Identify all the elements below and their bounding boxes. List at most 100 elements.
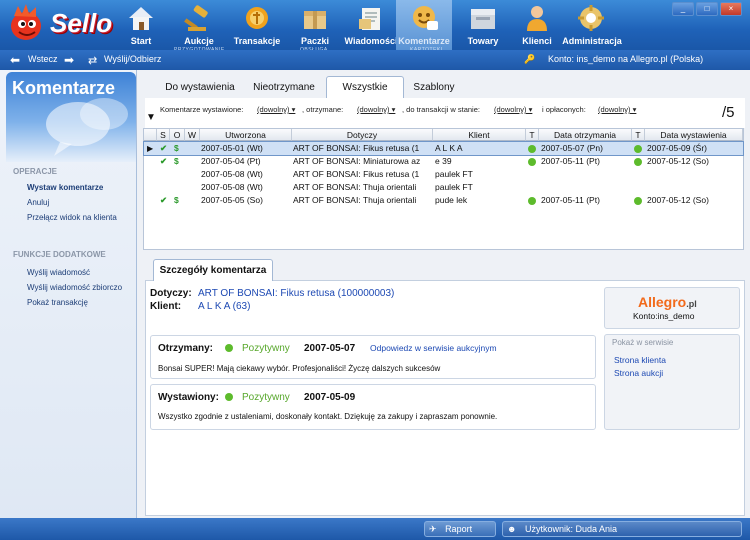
filter-paid-value: (dowolny) xyxy=(598,105,631,114)
feedback-type-cell xyxy=(528,194,538,207)
tab-szablony[interactable]: Szablony xyxy=(406,76,462,98)
cell-issued: 2007-05-09 (Śr) xyxy=(647,143,708,153)
issued-comment-box xyxy=(150,384,596,430)
send-bulk-message-link[interactable]: Wyślij wiadomość zbiorczo xyxy=(27,283,122,292)
admin-icon xyxy=(578,5,604,31)
cell-created: 2007-05-05 (So) xyxy=(201,195,263,205)
cell-about: ART OF BONSAI: Thuja orientali xyxy=(293,182,417,192)
switch-view-link[interactable]: Przełącz widok na klienta xyxy=(27,213,117,222)
cancel-link[interactable]: Anuluj xyxy=(27,198,49,207)
client-page-link[interactable]: Strona klienta xyxy=(614,355,666,365)
forward-arrow-icon[interactable]: ➡ xyxy=(64,53,74,67)
issue-comments-link[interactable]: Wystaw komentarze xyxy=(27,183,103,192)
collapse-arrow-icon[interactable]: ▼ xyxy=(146,112,156,123)
tab-nieotrzymane[interactable]: Nieotrzymane xyxy=(244,76,324,98)
filter-received-value: (dowolny) xyxy=(357,105,390,114)
column-header-about[interactable]: Dotyczy xyxy=(292,129,433,141)
received-type: Pozytywny xyxy=(242,343,290,354)
minimize-button[interactable]: _ xyxy=(672,2,694,16)
table-row[interactable]: 2007-05-08 (Wt) ART OF BONSAI: Fikus retu… xyxy=(144,168,743,181)
cell-o xyxy=(174,168,184,181)
nav-wiadomosci[interactable]: Wiadomości xyxy=(342,0,400,50)
account-label: Konto: ins_demo na Allegro.pl (Polska) xyxy=(548,54,704,64)
positive-icon xyxy=(225,344,233,352)
nav-towary[interactable]: Towary xyxy=(454,0,512,50)
close-button[interactable]: × xyxy=(720,2,742,16)
back-arrow-icon[interactable]: ⬅ xyxy=(10,53,20,67)
column-header-w[interactable]: W xyxy=(185,129,200,141)
nav-paczki[interactable]: Paczki xyxy=(286,0,344,50)
filter-state-label: , do transakcji w stanie: xyxy=(402,105,480,114)
cell-about: ART OF BONSAI: Fikus retusa (1 xyxy=(293,143,420,153)
transaction-icon xyxy=(246,7,268,29)
send-receive-button[interactable]: Wyślij/Odbierz xyxy=(104,54,161,64)
allegro-account: Konto:ins_demo xyxy=(633,311,695,321)
message-icon xyxy=(359,8,380,30)
result-count: /5 xyxy=(722,104,735,121)
cell-about: ART OF BONSAI: Fikus retusa (1 xyxy=(293,169,420,179)
cell-received: 2007-05-07 (Pn) xyxy=(541,143,603,153)
user-indicator: ☻ Użytkownik: Duda Ania xyxy=(502,521,742,537)
cell-w xyxy=(188,142,198,155)
filter-paid-select[interactable]: (dowolny) ▾ xyxy=(598,105,636,114)
feedback-type-cell xyxy=(528,142,538,155)
cell-client: paulek FT xyxy=(435,182,473,192)
cell-received: 2007-05-11 (Pt) xyxy=(541,195,600,205)
positive-feedback-icon xyxy=(528,196,536,205)
cell-w xyxy=(188,168,198,181)
column-header-received[interactable]: Data otrzymania xyxy=(539,129,632,141)
table-row[interactable]: 2007-05-08 (Wt) ART OF BONSAI: Thuja orie… xyxy=(144,181,743,194)
cell-issued xyxy=(647,181,743,194)
report-button[interactable]: ✈ Raport xyxy=(424,521,496,537)
received-label: Otrzymany: xyxy=(158,343,214,354)
filter-received-select[interactable]: (dowolny) ▾ xyxy=(357,105,395,114)
tab-wszystkie[interactable]: Wszystkie xyxy=(326,76,404,100)
reply-link[interactable]: Odpowiedz w serwisie aukcyjnym xyxy=(370,343,497,353)
cell-received: 2007-05-11 (Pt) xyxy=(541,156,600,166)
cell-client: pude lek xyxy=(435,195,468,205)
cell-s: ✔ xyxy=(160,143,168,153)
filter-state-select[interactable]: (dowolny) ▾ xyxy=(494,105,532,114)
feedback-type-cell xyxy=(634,181,644,194)
nav-start[interactable]: Start xyxy=(112,0,170,50)
nav-aukcje[interactable]: Aukcje xyxy=(170,0,228,50)
left-panel-header: Komentarze xyxy=(6,72,136,162)
table-row[interactable]: ✔ $2007-05-05 (So) ART OF BONSAI: Thuja or… xyxy=(144,194,743,207)
column-header-t1[interactable]: T xyxy=(526,129,539,141)
feedback-type-cell xyxy=(528,168,538,181)
auction-page-link[interactable]: Strona aukcji xyxy=(614,368,663,378)
report-label: Raport xyxy=(445,524,473,534)
tab-detail[interactable]: Szczegóły komentarza xyxy=(153,259,273,281)
nav-administracja[interactable]: Administracja xyxy=(562,0,622,50)
nav-transakcje[interactable]: Transakcje xyxy=(228,0,286,50)
cell-o: $ xyxy=(174,156,179,166)
column-header-issued[interactable]: Data wystawienia xyxy=(645,129,743,141)
logo-text: Sello xyxy=(50,8,113,38)
top-toolbar: Sello Start Aukcje Transakcje Paczki Wia… xyxy=(0,0,750,53)
table-row[interactable]: ✔ $2007-05-04 (Pt) ART OF BONSAI: Miniatur… xyxy=(144,155,743,168)
filter-paid-label: i opłaconych: xyxy=(542,105,586,114)
maximize-button[interactable]: □ xyxy=(696,2,718,16)
positive-feedback-icon xyxy=(634,157,642,166)
column-header-client[interactable]: Klient xyxy=(433,129,526,141)
send-message-link[interactable]: Wyślij wiadomość xyxy=(27,268,90,277)
home-icon xyxy=(129,7,153,30)
nav-klienci[interactable]: Klienci xyxy=(508,0,566,50)
column-header-created[interactable]: Utworzona xyxy=(200,129,292,141)
cell-about: ART OF BONSAI: Miniaturowa az xyxy=(293,156,421,166)
tab-do-wystawienia[interactable]: Do wystawienia xyxy=(158,76,242,98)
column-header-t2[interactable]: T xyxy=(632,129,645,141)
issued-label: Wystawiony: xyxy=(158,392,219,403)
show-transaction-link[interactable]: Pokaż transakcję xyxy=(27,298,88,307)
table-row[interactable]: ▶ ✔ $2007-05-01 (Wt) ART OF BONSAI: Fikus r… xyxy=(143,141,744,156)
about-link[interactable]: ART OF BONSAI: Fikus retusa (100000003) xyxy=(198,288,394,299)
nav-komentarze[interactable]: Komentarze xyxy=(396,0,452,50)
client-link[interactable]: A L K A (63) xyxy=(198,301,250,312)
column-header-s[interactable]: S xyxy=(157,129,170,141)
column-header-o[interactable]: O xyxy=(170,129,185,141)
app-logo: Sello xyxy=(6,4,116,42)
back-button[interactable]: Wstecz xyxy=(28,54,58,64)
send-receive-icon[interactable]: ⇄ xyxy=(88,54,97,67)
filter-issued-select[interactable]: (dowolny) ▾ xyxy=(257,105,295,114)
goods-icon xyxy=(471,9,495,29)
